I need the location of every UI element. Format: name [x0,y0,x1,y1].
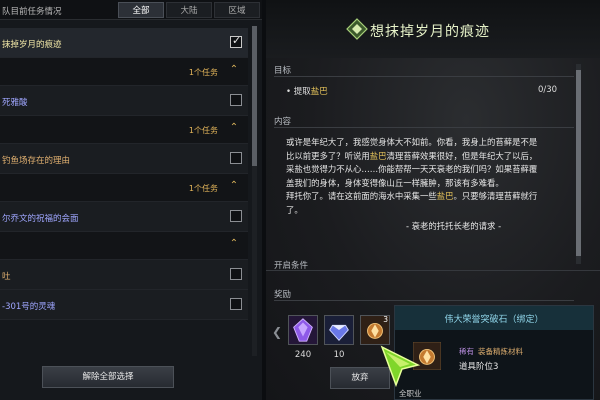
quest-list-scrollbar[interactable] [252,26,257,356]
quest-emblem-icon [346,18,368,40]
highlight-keyword: 盐巴 [369,150,387,161]
quest-group-header[interactable]: 1个任务 ⌃ [0,116,248,144]
tab-continent[interactable]: 大陆 [166,2,212,18]
quest-track-checkbox[interactable] [230,268,242,280]
quest-group-header[interactable]: ⌃ [0,232,248,260]
quest-track-checkbox[interactable] [230,34,242,48]
quest-group-count: 1个任务 [188,126,218,135]
scrollbar-thumb[interactable] [576,70,581,256]
quest-list-item[interactable]: 尔乔文的祝福的会面 [0,202,248,232]
chevron-up-icon[interactable]: ⌃ [228,180,240,192]
tooltip-rarity: 稀有 装备精炼材料 [459,346,523,357]
quest-list-item[interactable]: 抹掉岁月的痕迹 [0,28,248,58]
quest-description-line: 采盐也觉得力不从心……你能帮帮一天天衰老的我们吗？如果苔藓覆 [286,164,538,175]
quest-name: 尔乔文的祝福的会面 [2,214,79,224]
reward-item-2[interactable] [324,315,354,345]
detail-scrollbar[interactable] [576,64,581,264]
blue-gem-icon [329,324,349,341]
quest-track-checkbox[interactable] [230,94,242,106]
quest-track-checkbox[interactable] [230,152,242,164]
quest-list-item[interactable]: 吐 [0,260,248,290]
quest-list-header: 队目前任务情况 全部 大陆 区域 [0,0,262,20]
quest-group-count: 1个任务 [188,184,218,193]
chevron-up-icon[interactable]: ⌃ [228,122,240,134]
tooltip-category: 装备精炼材料 [478,347,523,356]
reward-badge-3: 3 [383,315,388,324]
quest-description-line: 了。 [286,204,303,215]
quest-list-panel: 队目前任务情况 全部 大陆 区域 抹掉岁月的痕迹 1个任务 ⌃ 死雅酸 1个任务 ⌃ 钓鱼场… [0,0,262,400]
reward-label: 奖励 [274,290,292,300]
divider [274,300,574,301]
highlight-keyword: 盐巴 [436,191,454,202]
quest-description-line: 或许是年纪大了，我感觉身体大不如前。你看，我身上的苔藓是不是 [286,137,538,147]
quest-name: 死雅酸 [2,98,28,108]
quest-name: 抹掉岁月的痕迹 [2,40,62,50]
divider [274,127,574,128]
clear-all-selection-button[interactable]: 解除全部选择 [42,366,174,388]
objective-item: 盐巴 [310,87,328,97]
purple-crystal-icon [293,318,313,342]
quest-description-line: 比以前更多了？听说用盐巴清理苔藓效果很好，但是年纪大了以后， [286,150,538,161]
tooltip-item-level: 道具阶位3 [459,362,499,372]
quest-description-line: 拜托你了。请在这前面的海水中采集一些盐巴。只要够清理苔藓就行 [286,191,538,202]
quest-group-header[interactable]: 1个任务 ⌃ [0,58,248,86]
tooltip-item-name: 伟大荣誉突破石（绑定） [444,315,544,325]
reward-item-3[interactable]: 3 [360,315,390,345]
quest-title: 想抹掉岁月的痕迹 [370,24,490,40]
reward-qty-2: 10 [333,350,345,360]
content-label: 内容 [274,117,292,127]
tab-all[interactable]: 全部 [118,2,164,18]
quest-list-title: 队目前任务情况 [2,7,62,17]
reward-item-1[interactable] [288,315,318,345]
quest-signature: - 衰老的托托长老的请求 - [406,221,502,231]
objective-prefix: • 提取 [286,87,311,97]
divider [274,76,574,77]
reward-prev-arrow-icon[interactable]: ❮ [272,325,282,339]
quest-group-header[interactable]: 1个任务 ⌃ [0,174,248,202]
chevron-up-icon[interactable]: ⌃ [228,238,240,250]
quest-name: 吐 [2,272,11,282]
objective-progress: 0/30 [538,85,558,95]
quest-track-checkbox[interactable] [230,298,242,310]
quest-group-count: 1个任务 [188,68,218,77]
tooltip-rarity-label: 稀有 [459,347,474,356]
quest-name: -301号的灵魂 [2,302,56,312]
scrollbar-thumb[interactable] [252,26,257,166]
reward-qty-1: 240 [294,350,312,360]
mouse-cursor-icon [380,345,421,388]
chevron-up-icon[interactable]: ⌃ [228,64,240,76]
quest-track-checkbox[interactable] [230,210,242,222]
tab-region[interactable]: 区域 [214,2,260,18]
objective-text: • 提取盐巴 [286,85,328,97]
quest-list: 抹掉岁月的痕迹 1个任务 ⌃ 死雅酸 1个任务 ⌃ 钓鱼场存在的理由 1个任务 ⌃ 尔乔文的祝福的… [0,28,248,320]
quest-description-line: 盖我们的身体，身体变得像山丘一样臃肿，那该有多难看。 [286,177,504,188]
quest-list-item[interactable]: 死雅酸 [0,86,248,116]
quest-list-item[interactable]: 钓鱼场存在的理由 [0,144,248,174]
quest-description: 或许是年纪大了，我感觉身体大不如前。你看，我身上的苔藓是不是 比以前更多了？听说用… [286,136,572,218]
objective-label: 目标 [274,66,292,76]
quest-list-item[interactable]: -301号的灵魂 [0,290,248,320]
quest-name: 钓鱼场存在的理由 [2,156,71,166]
divider [266,270,600,271]
